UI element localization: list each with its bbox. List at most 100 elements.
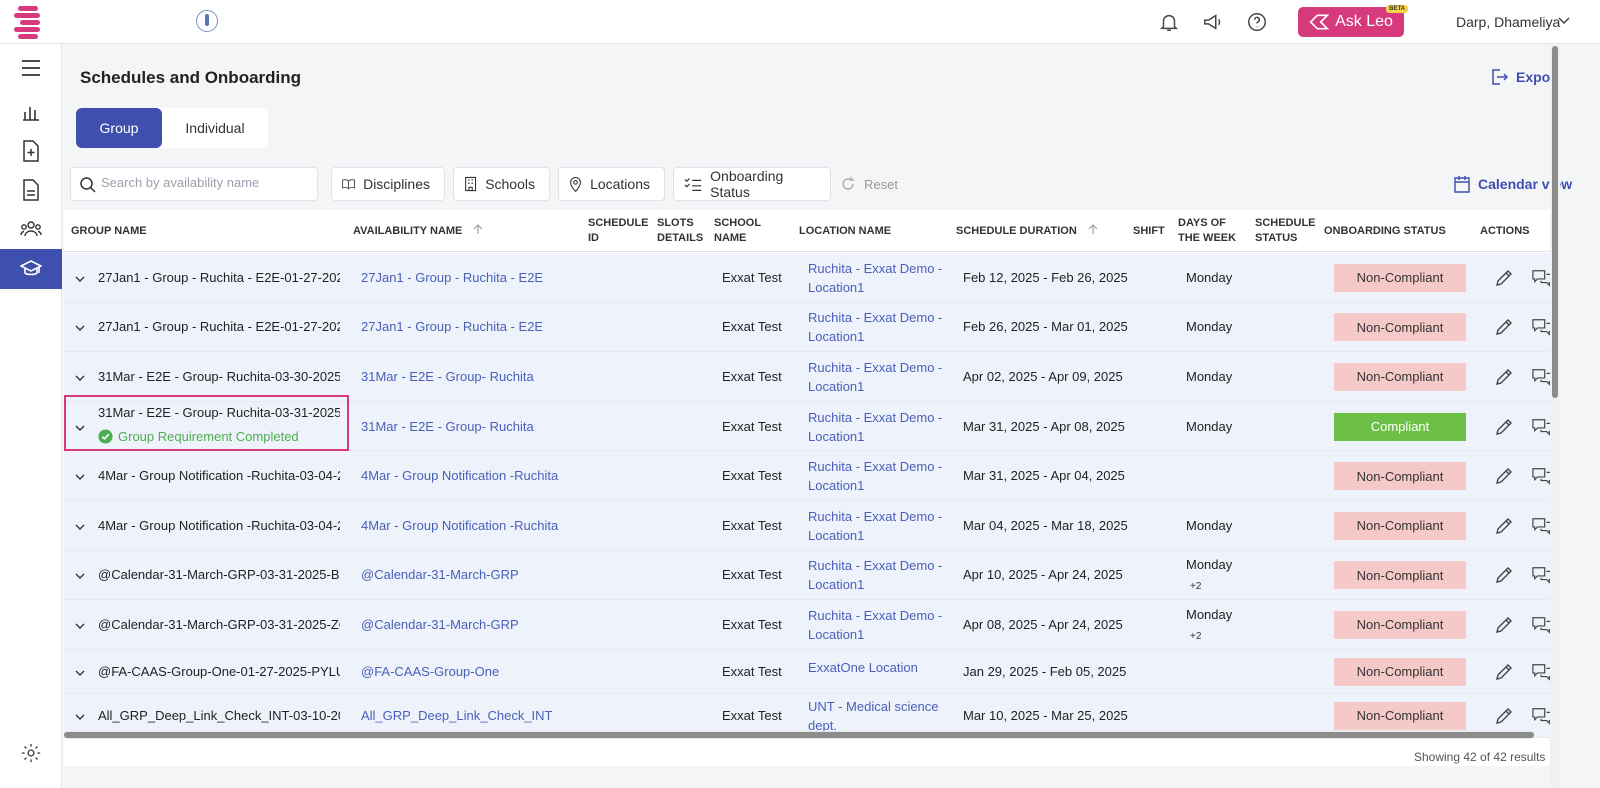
column-header-onboarding-status[interactable]: ONBOARDING STATUS	[1324, 224, 1446, 239]
table-row[interactable]: 4Mar - Group Notification -Ruchita-03-04…	[64, 500, 1558, 551]
expand-chevron-icon[interactable]	[74, 667, 86, 679]
ask-leo-button[interactable]: Ask Leo BETA	[1298, 5, 1408, 37]
column-header-days-of-week[interactable]: DAYS OF THE WEEK	[1178, 216, 1236, 246]
edit-pencil-icon[interactable]	[1494, 615, 1514, 635]
days-more-badge[interactable]: +2	[1190, 631, 1201, 642]
column-header-schedule-id[interactable]: SCHEDULE ID	[588, 216, 649, 246]
table-row[interactable]: 31Mar - E2E - Group- Ruchita-03-31-2025-…	[64, 401, 1558, 452]
days-more-badge[interactable]: +2	[1190, 581, 1201, 592]
location-name-link[interactable]: Ruchita - Exxat Demo - Location1	[808, 457, 948, 495]
comments-icon[interactable]	[1532, 516, 1552, 536]
edit-pencil-icon[interactable]	[1494, 466, 1514, 486]
school-name: Exxat Test	[722, 319, 782, 335]
comments-icon[interactable]	[1532, 367, 1552, 387]
location-name-link[interactable]: Ruchita - Exxat Demo - Location1	[808, 408, 948, 446]
availability-name-link[interactable]: @FA-CAAS-Group-One	[361, 664, 581, 679]
column-header-school-name[interactable]: SCHOOL NAME	[714, 216, 761, 246]
location-name-link[interactable]: Ruchita - Exxat Demo - Location1	[808, 358, 948, 396]
help-question-icon[interactable]	[1246, 11, 1268, 33]
expand-chevron-icon[interactable]	[74, 471, 86, 483]
location-name-link[interactable]: UNT - Medical science dept.	[808, 697, 948, 735]
notification-bell-icon[interactable]	[1158, 11, 1180, 33]
location-line2: Location1	[808, 279, 865, 295]
edit-pencil-icon[interactable]	[1494, 662, 1514, 682]
onboarding-status-filter-button[interactable]: Onboarding Status	[673, 167, 831, 201]
expand-chevron-icon[interactable]	[74, 620, 86, 632]
chevron-down-icon[interactable]	[1558, 16, 1570, 26]
edit-pencil-icon[interactable]	[1494, 417, 1514, 437]
expand-chevron-icon[interactable]	[74, 322, 86, 334]
locations-filter-button[interactable]: Locations	[558, 167, 665, 201]
availability-name-link[interactable]: All_GRP_Deep_Link_Check_INT	[361, 708, 581, 723]
comments-icon[interactable]	[1532, 417, 1552, 437]
location-name-link[interactable]: Ruchita - Exxat Demo - Location1	[808, 556, 948, 594]
location-name-link[interactable]: Ruchita - Exxat Demo - Location1	[808, 259, 948, 297]
availability-name-link[interactable]: 27Jan1 - Group - Ruchita - E2E	[361, 270, 581, 285]
table-row[interactable]: @Calendar-31-March-GRP-03-31-2025-BZF @Ca…	[64, 550, 1558, 601]
sidebar-item-analytics[interactable]	[0, 92, 62, 132]
column-header-slots-details[interactable]: SLOTS DETAILS	[657, 216, 703, 246]
edit-pencil-icon[interactable]	[1494, 565, 1514, 585]
location-name-link[interactable]: Ruchita - Exxat Demo - Location1	[808, 606, 948, 644]
availability-name-link[interactable]: 4Mar - Group Notification -Ruchita	[361, 518, 581, 533]
column-header-shift[interactable]: SHIFT	[1133, 224, 1165, 239]
table-row[interactable]: @Calendar-31-March-GRP-03-31-2025-ZOC @Ca…	[64, 600, 1558, 650]
vertical-scrollbar[interactable]	[1550, 44, 1560, 788]
reset-button[interactable]: Reset	[840, 167, 898, 201]
location-name-link[interactable]: Ruchita - Exxat Demo - Location1	[808, 308, 948, 346]
comments-icon[interactable]	[1532, 662, 1552, 682]
comments-icon[interactable]	[1532, 706, 1552, 726]
hamburger-menu-button[interactable]	[0, 48, 62, 88]
availability-name-link[interactable]: 4Mar - Group Notification -Ruchita	[361, 468, 581, 483]
expand-chevron-icon[interactable]	[74, 570, 86, 582]
table-row[interactable]: 4Mar - Group Notification -Ruchita-03-04…	[64, 451, 1558, 501]
table-row[interactable]: 31Mar - E2E - Group- Ruchita-03-30-2025-…	[64, 352, 1558, 402]
expand-chevron-icon[interactable]	[74, 372, 86, 384]
edit-pencil-icon[interactable]	[1494, 317, 1514, 337]
column-header-location-name[interactable]: LOCATION NAME	[799, 224, 891, 239]
edit-pencil-icon[interactable]	[1494, 706, 1514, 726]
table-row[interactable]: 27Jan1 - Group - Ruchita - E2E-01-27-202…	[64, 302, 1558, 353]
column-header-schedule-status[interactable]: SCHEDULE STATUS	[1255, 216, 1316, 246]
announcement-megaphone-icon[interactable]	[1202, 11, 1224, 33]
sidebar-item-schedules[interactable]	[0, 249, 62, 289]
location-name-link[interactable]: ExxatOne Location	[808, 658, 948, 677]
table-row[interactable]: 27Jan1 - Group - Ruchita - E2E-01-27-202…	[64, 253, 1558, 303]
column-header-group-name[interactable]: GROUP NAME	[71, 224, 147, 239]
comments-icon[interactable]	[1532, 268, 1552, 288]
vertical-scrollbar-thumb[interactable]	[1552, 46, 1558, 398]
expand-chevron-icon[interactable]	[74, 273, 86, 285]
horizontal-scrollbar[interactable]	[64, 731, 1534, 739]
tab-group[interactable]: Group	[76, 108, 162, 148]
disciplines-filter-button[interactable]: Disciplines	[331, 167, 445, 201]
comments-icon[interactable]	[1532, 565, 1552, 585]
location-name-link[interactable]: Ruchita - Exxat Demo - Location1	[808, 507, 948, 545]
availability-name-link[interactable]: @Calendar-31-March-GRP	[361, 567, 581, 582]
edit-pencil-icon[interactable]	[1494, 268, 1514, 288]
availability-name-link[interactable]: 31Mar - E2E - Group- Ruchita	[361, 419, 581, 434]
search-input[interactable]	[101, 175, 311, 190]
expand-chevron-icon[interactable]	[74, 422, 86, 434]
comments-icon[interactable]	[1532, 466, 1552, 486]
sidebar-item-add-document[interactable]	[0, 131, 62, 171]
sidebar-item-users[interactable]	[0, 209, 62, 249]
expand-chevron-icon[interactable]	[74, 521, 86, 533]
edit-pencil-icon[interactable]	[1494, 516, 1514, 536]
column-header-schedule-duration[interactable]: SCHEDULE DURATION	[956, 224, 1098, 239]
user-name[interactable]: Darp, Dhameliya	[1456, 14, 1560, 30]
availability-name-link[interactable]: @Calendar-31-March-GRP	[361, 617, 581, 632]
sidebar-item-documents[interactable]	[0, 170, 62, 210]
expand-chevron-icon[interactable]	[74, 711, 86, 723]
comments-icon[interactable]	[1532, 317, 1552, 337]
tab-individual[interactable]: Individual	[162, 108, 268, 148]
comments-icon[interactable]	[1532, 615, 1552, 635]
schools-filter-button[interactable]: Schools	[453, 167, 550, 201]
settings-gear-icon[interactable]	[20, 742, 42, 764]
column-header-availability-name[interactable]: AVAILABILITY NAME	[353, 224, 483, 239]
edit-pencil-icon[interactable]	[1494, 367, 1514, 387]
exxat-logo-icon[interactable]	[14, 6, 44, 39]
table-row[interactable]: @FA-CAAS-Group-One-01-27-2025-PYLUEJ @FA-…	[64, 649, 1558, 694]
availability-name-link[interactable]: 31Mar - E2E - Group- Ruchita	[361, 369, 581, 384]
availability-name-link[interactable]: 27Jan1 - Group - Ruchita - E2E	[361, 319, 581, 334]
horizontal-scrollbar-thumb[interactable]	[64, 732, 1534, 738]
